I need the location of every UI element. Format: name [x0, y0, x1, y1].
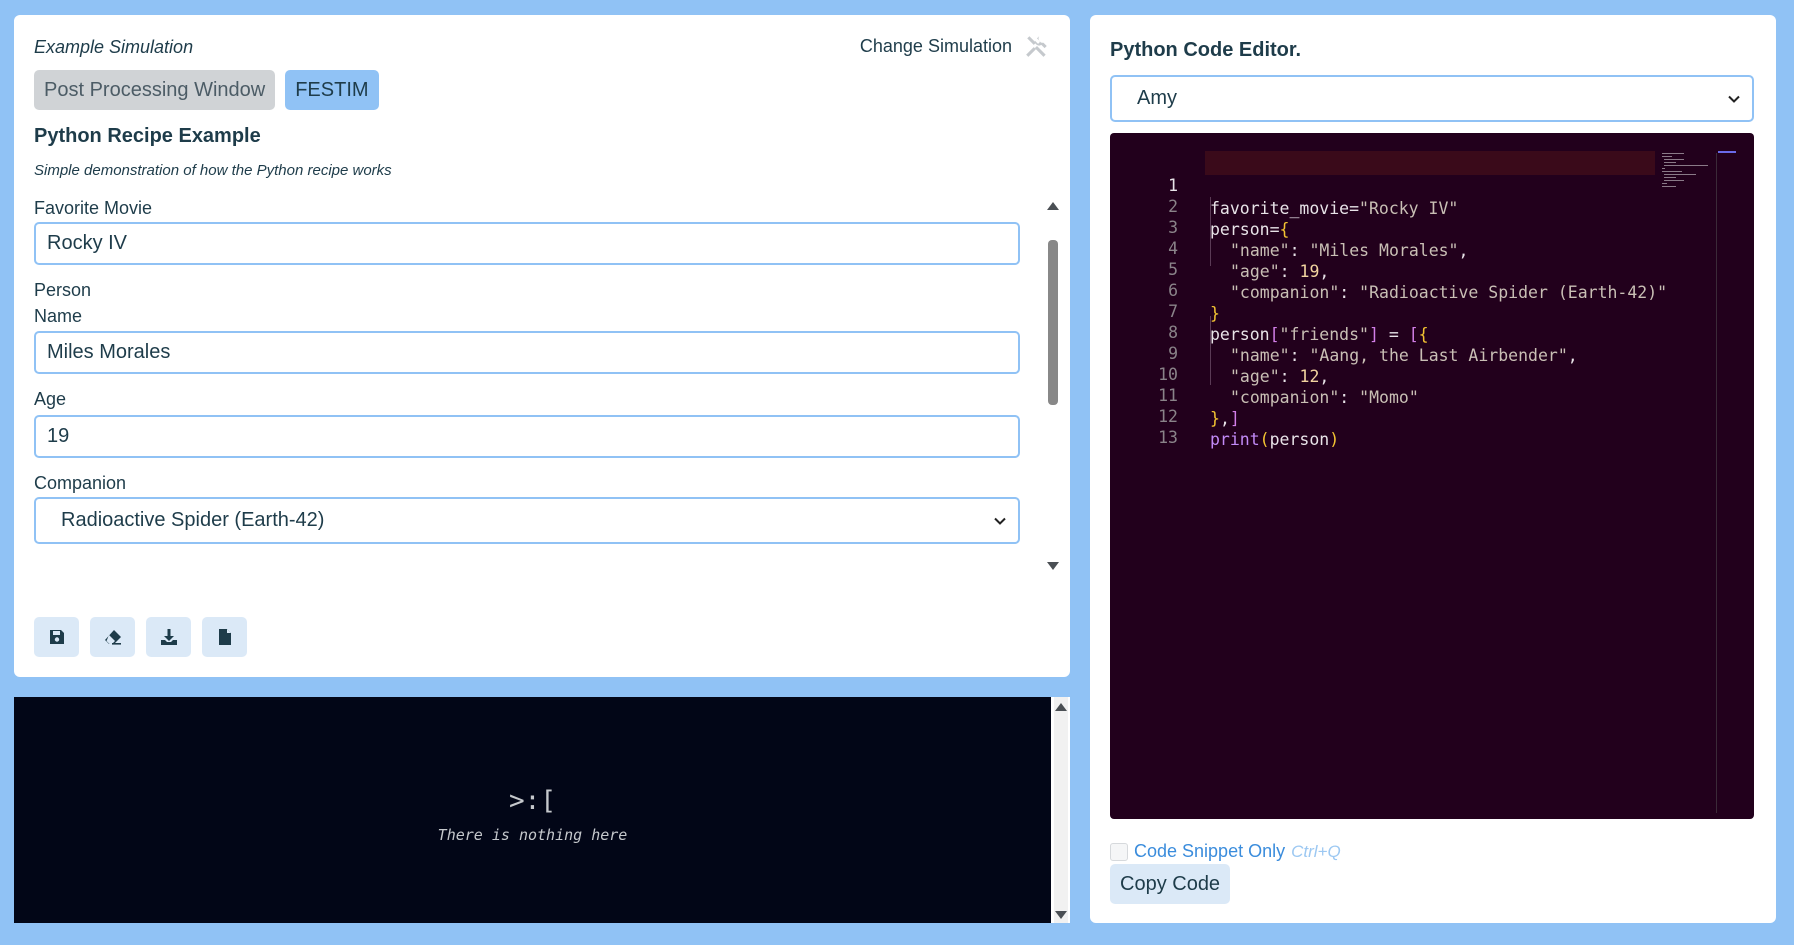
favorite-movie-label: Favorite Movie [34, 198, 153, 218]
name-field[interactable]: Miles Morales [34, 331, 1020, 374]
code-line: 12 print(person) [1110, 382, 1730, 449]
recipe-description: Simple demonstration of how the Python r… [34, 162, 392, 179]
code-line: 10 "companion": "Momo" [1110, 340, 1730, 407]
scroll-up-arrow-icon[interactable] [1047, 202, 1059, 210]
recipe-form: Favorite Movie Rocky IV Person Name Mile… [34, 198, 1059, 580]
recipe-title: Python Recipe Example [34, 125, 261, 147]
tab-festim[interactable]: FESTIM [285, 70, 379, 110]
save-button[interactable] [34, 617, 79, 657]
simulation-panel: Example Simulation Change Simulation Pos… [14, 15, 1070, 677]
empty-state-face: >:[ [509, 786, 556, 816]
code-minimap[interactable] [1662, 153, 1712, 193]
age-field[interactable]: 19 [34, 415, 1020, 458]
code-snippet-toggle[interactable]: Code Snippet Only Ctrl+Q [1110, 841, 1341, 862]
code-snippet-checkbox[interactable] [1110, 842, 1128, 861]
change-simulation-button[interactable]: Change Simulation [860, 33, 1050, 59]
code-line: 2 person={ [1110, 172, 1730, 239]
favorite-movie-field[interactable]: Rocky IV [34, 222, 1020, 265]
save-icon [49, 630, 64, 644]
tab-bar: Post Processing Window FESTIM [34, 70, 379, 110]
form-toolbar [34, 617, 247, 657]
code-editor-title: Python Code Editor. [1110, 39, 1302, 61]
code-text: print(person) [1210, 430, 1340, 449]
download-icon [160, 629, 177, 645]
file-icon [218, 629, 231, 645]
line-number: 13 [1158, 428, 1178, 447]
code-line: 4 "age": 19, [1110, 214, 1730, 281]
tab-post-processing-window[interactable]: Post Processing Window [34, 70, 276, 110]
minimap-viewport-marker [1718, 151, 1736, 153]
clear-button[interactable] [90, 617, 135, 657]
empty-state-message: There is nothing here [437, 826, 628, 844]
download-button[interactable] [146, 617, 191, 657]
scrollbar-thumb[interactable] [1048, 240, 1058, 405]
code-line: 8 "name": "Aang, the Last Airbender", [1110, 298, 1730, 365]
scroll-down-arrow-icon[interactable] [1055, 911, 1067, 919]
console-scrollbar[interactable] [1054, 697, 1068, 923]
code-line: 7 person["friends"] = [{ [1110, 277, 1730, 344]
code-line: 3 "name": "Miles Morales", [1110, 193, 1730, 260]
code-line: 9 "age": 12, [1110, 319, 1730, 386]
editor-theme-select[interactable]: Amy [1110, 75, 1754, 122]
code-line: 5 "companion": "Radioactive Spider (Eart… [1110, 235, 1730, 302]
file-button[interactable] [202, 617, 247, 657]
simulation-name: Example Simulation [34, 37, 194, 57]
companion-label: Companion [34, 473, 127, 493]
code-editor-panel: Python Code Editor. Amy 1 favorite_movie… [1090, 15, 1776, 923]
companion-selected-value: Radioactive Spider (Earth-42) [61, 509, 325, 531]
console-output-area: >:[ There is nothing here [14, 697, 1051, 923]
scroll-down-arrow-icon[interactable] [1047, 562, 1059, 570]
editor-scrollbar-track[interactable] [1716, 153, 1717, 813]
name-label: Name [34, 306, 83, 326]
person-label: Person [34, 280, 92, 300]
theme-selected-value: Amy [1137, 87, 1177, 109]
chevron-down-icon [994, 517, 1006, 525]
form-scrollbar[interactable] [1046, 200, 1060, 570]
copy-code-button[interactable]: Copy Code [1110, 864, 1231, 904]
companion-select[interactable]: Radioactive Spider (Earth-42) [34, 497, 1020, 544]
code-snippet-shortcut: Ctrl+Q [1291, 841, 1341, 861]
eraser-icon [104, 630, 121, 645]
scroll-up-arrow-icon[interactable] [1055, 703, 1067, 711]
code-snippet-label[interactable]: Code Snippet Only [1134, 841, 1285, 862]
chevron-down-icon [1728, 95, 1740, 103]
code-line: 11 },] [1110, 361, 1730, 428]
change-simulation-label: Change Simulation [859, 35, 1012, 56]
age-label: Age [34, 389, 67, 409]
output-console: >:[ There is nothing here [14, 697, 1070, 923]
tools-icon [1026, 36, 1047, 57]
code-line: 13 [1110, 403, 1730, 447]
code-editor[interactable]: 1 favorite_movie="Rocky IV" 2 person={ 3… [1110, 133, 1754, 819]
code-line: 6 } [1110, 256, 1730, 323]
code-line: 1 favorite_movie="Rocky IV" [1110, 151, 1730, 218]
